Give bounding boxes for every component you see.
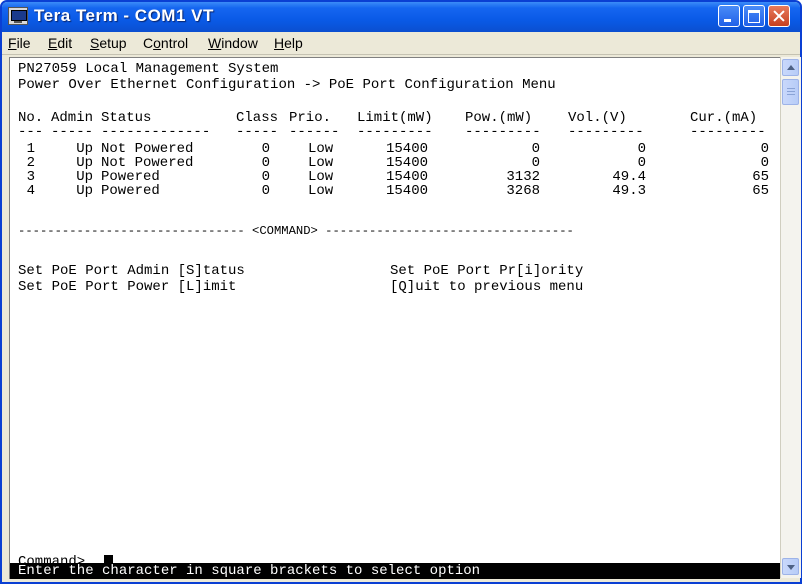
- command-set-admin-status: Set PoE Port Admin [S]tatus: [18, 263, 245, 279]
- system-name: PN27059 Local Management System: [18, 61, 279, 77]
- terminal-app-icon[interactable]: [8, 7, 28, 25]
- terminal-screen[interactable]: PN27059 Local Management System Power Ov…: [9, 57, 780, 579]
- scroll-down-button[interactable]: [782, 558, 799, 575]
- menu-window[interactable]: Window: [208, 35, 258, 51]
- menu-help[interactable]: Help: [274, 35, 303, 51]
- command-divider: ------------------------------- <COMMAND…: [18, 224, 574, 238]
- minimize-button[interactable]: [718, 5, 740, 27]
- window-title: Tera Term - COM1 VT: [34, 6, 214, 25]
- menu-bar: File Edit Setup Control Window Help: [2, 32, 800, 55]
- command-quit: [Q]uit to previous menu: [390, 279, 584, 295]
- status-line: Enter the character in square brackets t…: [10, 563, 780, 579]
- menu-file[interactable]: File: [8, 35, 31, 51]
- command-set-priority: Set PoE Port Pr[i]ority: [390, 263, 584, 279]
- vertical-scrollbar[interactable]: [780, 57, 801, 578]
- menu-edit[interactable]: Edit: [48, 35, 72, 51]
- close-button[interactable]: [768, 5, 790, 27]
- command-set-power-limit: Set PoE Port Power [L]imit: [18, 279, 237, 295]
- scroll-thumb[interactable]: [782, 79, 799, 105]
- menu-setup[interactable]: Setup: [90, 35, 127, 51]
- maximize-button[interactable]: [743, 5, 765, 27]
- menu-breadcrumb: Power Over Ethernet Configuration -> PoE…: [18, 77, 556, 93]
- scroll-up-button[interactable]: [782, 59, 799, 76]
- title-bar[interactable]: Tera Term - COM1 VT: [2, 2, 800, 32]
- terminal-window: Tera Term - COM1 VT File Edit Setup Cont…: [0, 0, 802, 584]
- menu-control[interactable]: Control: [143, 35, 188, 51]
